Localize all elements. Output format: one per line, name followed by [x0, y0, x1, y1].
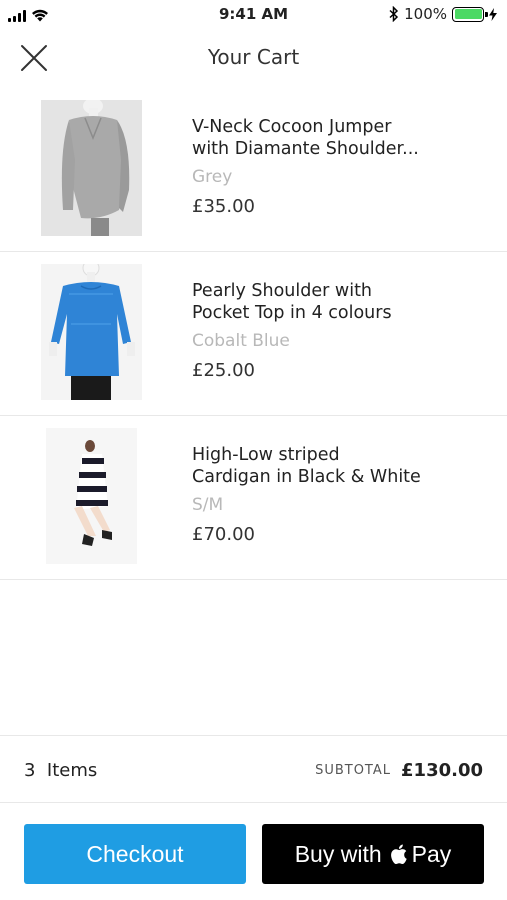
apple-logo-icon — [390, 844, 407, 865]
cart-summary: 3 Items SUBTOTAL £130.00 — [0, 735, 507, 803]
battery-fill — [454, 9, 482, 19]
charging-bolt-icon — [489, 7, 497, 21]
checkout-label: Checkout — [86, 840, 184, 867]
cart-item[interactable]: V-Neck Cocoon Jumper with Diamante Shoul… — [0, 88, 507, 252]
checkout-button[interactable]: Checkout — [24, 824, 246, 884]
cart-item[interactable]: High-Low striped Cardigan in Black & Whi… — [0, 416, 507, 580]
product-price: £25.00 — [192, 360, 255, 381]
product-variant: S/M — [192, 495, 224, 515]
cart-list: V-Neck Cocoon Jumper with Diamante Shoul… — [0, 88, 507, 580]
product-image — [46, 428, 137, 564]
page-title: Your Cart — [207, 45, 300, 69]
product-name: V-Neck Cocoon Jumper with Diamante Shoul… — [192, 117, 419, 159]
product-image — [41, 264, 142, 400]
cart-header: Your Cart — [0, 30, 507, 88]
cart-item[interactable]: Pearly Shoulder with Pocket Top in 4 col… — [0, 252, 507, 416]
subtotal-value: £130.00 — [401, 760, 483, 781]
product-name: Pearly Shoulder with Pocket Top in 4 col… — [192, 281, 392, 323]
product-name: High-Low striped Cardigan in Black & Whi… — [192, 445, 421, 487]
status-bar: 9:41 AM 100% — [0, 0, 507, 30]
product-price: £35.00 — [192, 196, 255, 217]
pay-label: Pay — [411, 840, 452, 867]
subtotal-label: SUBTOTAL — [315, 763, 391, 778]
battery-percent: 100% — [404, 5, 447, 23]
battery-icon — [452, 6, 488, 22]
product-variant: Cobalt Blue — [192, 331, 290, 351]
apple-pay-button[interactable]: Buy with Pay — [262, 824, 484, 884]
product-variant: Grey — [192, 167, 233, 187]
bluetooth-icon — [389, 6, 399, 22]
items-count: 3 Items — [24, 760, 98, 781]
product-image — [41, 100, 142, 236]
buy-with-label: Buy with — [294, 840, 382, 867]
product-price: £70.00 — [192, 524, 255, 545]
status-right-group: 100% — [389, 5, 497, 23]
